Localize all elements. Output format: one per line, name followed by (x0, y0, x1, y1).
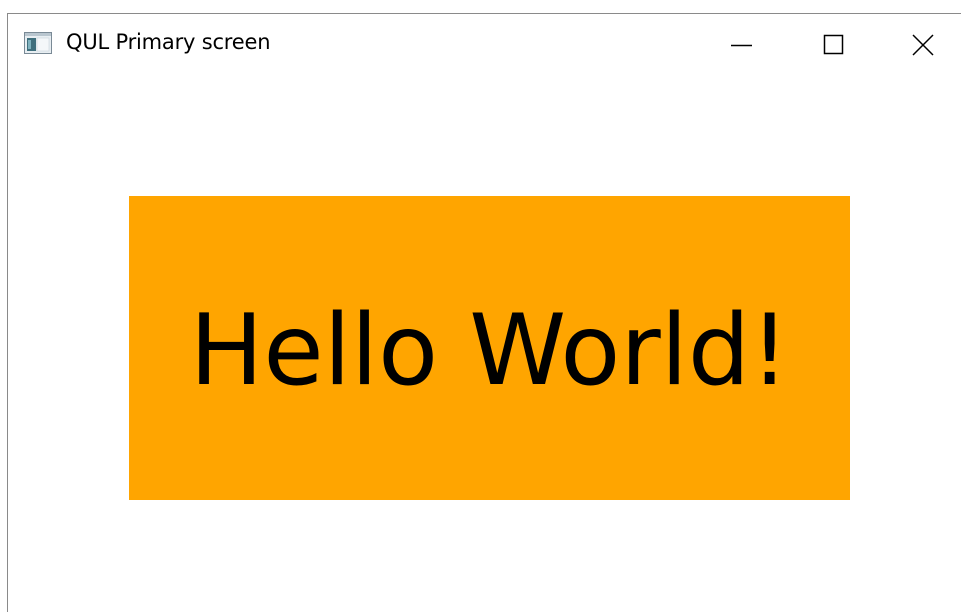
close-button[interactable] (877, 14, 961, 76)
hello-text: Hello World! (189, 294, 790, 408)
maximize-button[interactable] (788, 14, 880, 76)
app-window: QUL Primary screen Hello World! (7, 13, 961, 613)
title-bar[interactable]: QUL Primary screen (8, 14, 961, 76)
close-icon (912, 34, 934, 56)
hello-panel: Hello World! (129, 196, 850, 500)
window-content: Hello World! (8, 76, 961, 613)
maximize-icon (823, 34, 845, 56)
window-title: QUL Primary screen (66, 30, 271, 54)
minimize-button[interactable] (696, 14, 788, 76)
application-window-icon (24, 32, 52, 54)
minimize-icon (731, 34, 753, 56)
